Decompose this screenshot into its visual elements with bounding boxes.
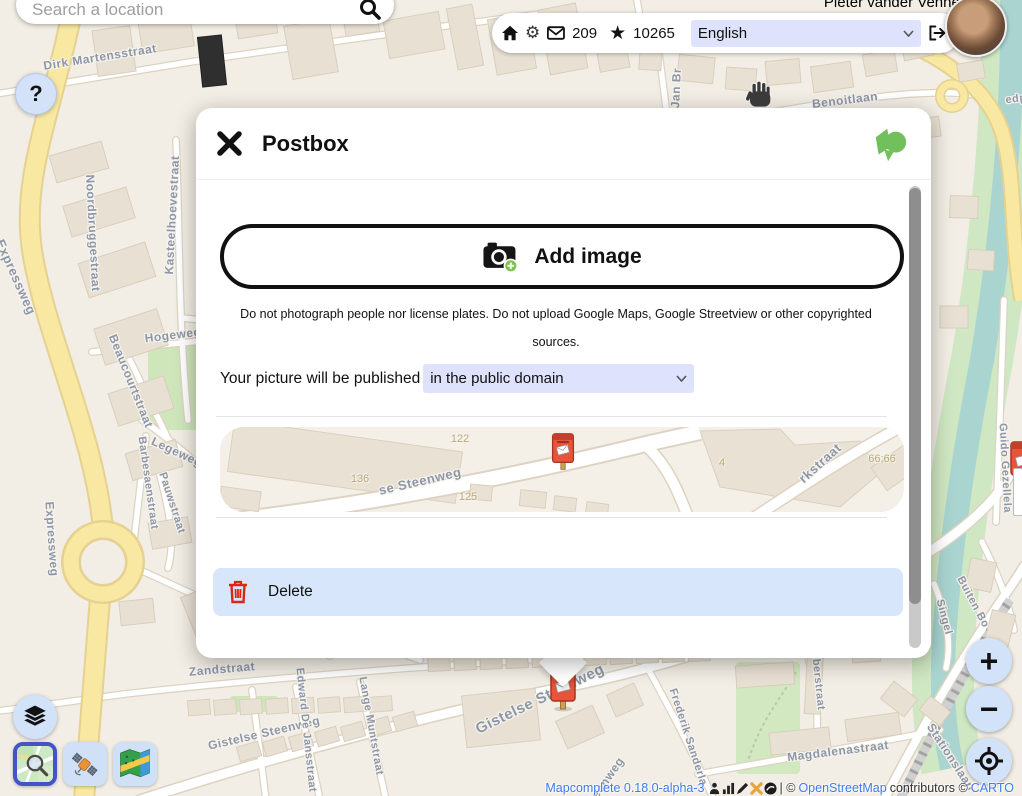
language-value: English <box>698 25 747 42</box>
license-select[interactable]: in the public domain <box>423 364 694 393</box>
image-license-note: Do not photograph people nor license pla… <box>220 300 892 356</box>
chart-icon[interactable] <box>722 782 735 795</box>
home-icon[interactable] <box>502 25 518 41</box>
license-value: in the public domain <box>430 370 563 387</box>
feature-minimap[interactable]: se Steenwegrkstraat122136125466;66 <box>220 427 904 512</box>
popup-scrollbar-thumb[interactable] <box>909 188 921 604</box>
chevron-down-icon <box>903 30 914 37</box>
attribution-bar: Mapcomplete 0.18.0-alpha-3 | © OpenStree… <box>545 781 1014 795</box>
search-input[interactable] <box>32 0 358 20</box>
user-name[interactable]: Pieter vander Vennet <box>824 0 964 11</box>
camera-add-icon <box>482 240 520 273</box>
minimap-postbox-marker <box>550 432 576 477</box>
crosshair-icon <box>974 746 1004 776</box>
feature-popup: Postbox Add image Do not photograph <box>196 108 931 658</box>
messages-count: 209 <box>572 25 597 42</box>
style-button-osm-carto[interactable] <box>13 742 57 786</box>
user-bar: ⚙ 209 ★ 10265 English <box>492 13 960 53</box>
mail-icon[interactable] <box>547 26 565 40</box>
osm-map-icon <box>17 744 53 784</box>
popup-body: Add image Do not photograph people nor l… <box>196 182 907 656</box>
star-icon: ★ <box>609 22 626 45</box>
add-image-button[interactable]: Add image <box>220 224 904 289</box>
chevron-down-icon <box>676 375 687 382</box>
person-icon[interactable] <box>708 782 721 795</box>
osm-link[interactable]: OpenStreetMap <box>798 781 886 795</box>
publish-prefix: Your picture will be published <box>220 370 420 388</box>
publish-row: Your picture will be published in the pu… <box>220 364 883 393</box>
delete-label: Delete <box>268 583 313 601</box>
attribution-icons <box>708 782 777 795</box>
style-button-map[interactable] <box>113 742 157 786</box>
satellite-icon <box>68 747 102 781</box>
divider <box>216 416 887 417</box>
carto-link[interactable]: CARTO <box>971 781 1014 795</box>
mapcomplete-app: Dirk MartensstraatklaanJan BrBenoitlaane… <box>0 0 1022 796</box>
mapcomplete-version-link[interactable]: Mapcomplete 0.18.0-alpha-3 <box>545 781 704 795</box>
layers-button[interactable] <box>13 695 57 739</box>
style-button-satellite[interactable] <box>63 742 107 786</box>
attribution-pipe: | © <box>780 781 796 795</box>
marker-popup-edge <box>1013 468 1022 516</box>
language-select[interactable]: English <box>691 20 921 47</box>
pencil-icon[interactable] <box>736 782 749 795</box>
circle-icon[interactable] <box>764 782 777 795</box>
attribution-contributors: contributors © <box>890 781 968 795</box>
mapcomplete-logo-icon <box>871 125 909 163</box>
help-button[interactable]: ? <box>15 73 57 115</box>
close-button[interactable] <box>214 129 244 159</box>
gear-icon[interactable]: ⚙ <box>525 23 540 43</box>
josm-icon[interactable] <box>750 782 763 795</box>
popup-header: Postbox <box>196 108 931 180</box>
search-icon[interactable] <box>358 0 382 21</box>
close-icon <box>216 130 243 157</box>
layers-icon <box>20 702 50 732</box>
stars-count: 10265 <box>633 25 675 42</box>
folded-map-icon <box>117 746 153 782</box>
zoom-in-button[interactable]: + <box>966 638 1012 684</box>
divider <box>216 517 887 518</box>
geolocate-button[interactable] <box>966 738 1012 784</box>
delete-button[interactable]: Delete <box>213 568 903 616</box>
background-style-switcher <box>13 742 157 786</box>
logout-icon[interactable] <box>928 24 946 42</box>
zoom-out-button[interactable]: − <box>966 686 1012 732</box>
search-bar <box>16 0 394 24</box>
popup-title: Postbox <box>262 131 871 157</box>
add-image-label: Add image <box>534 245 641 269</box>
trash-icon <box>228 580 248 604</box>
